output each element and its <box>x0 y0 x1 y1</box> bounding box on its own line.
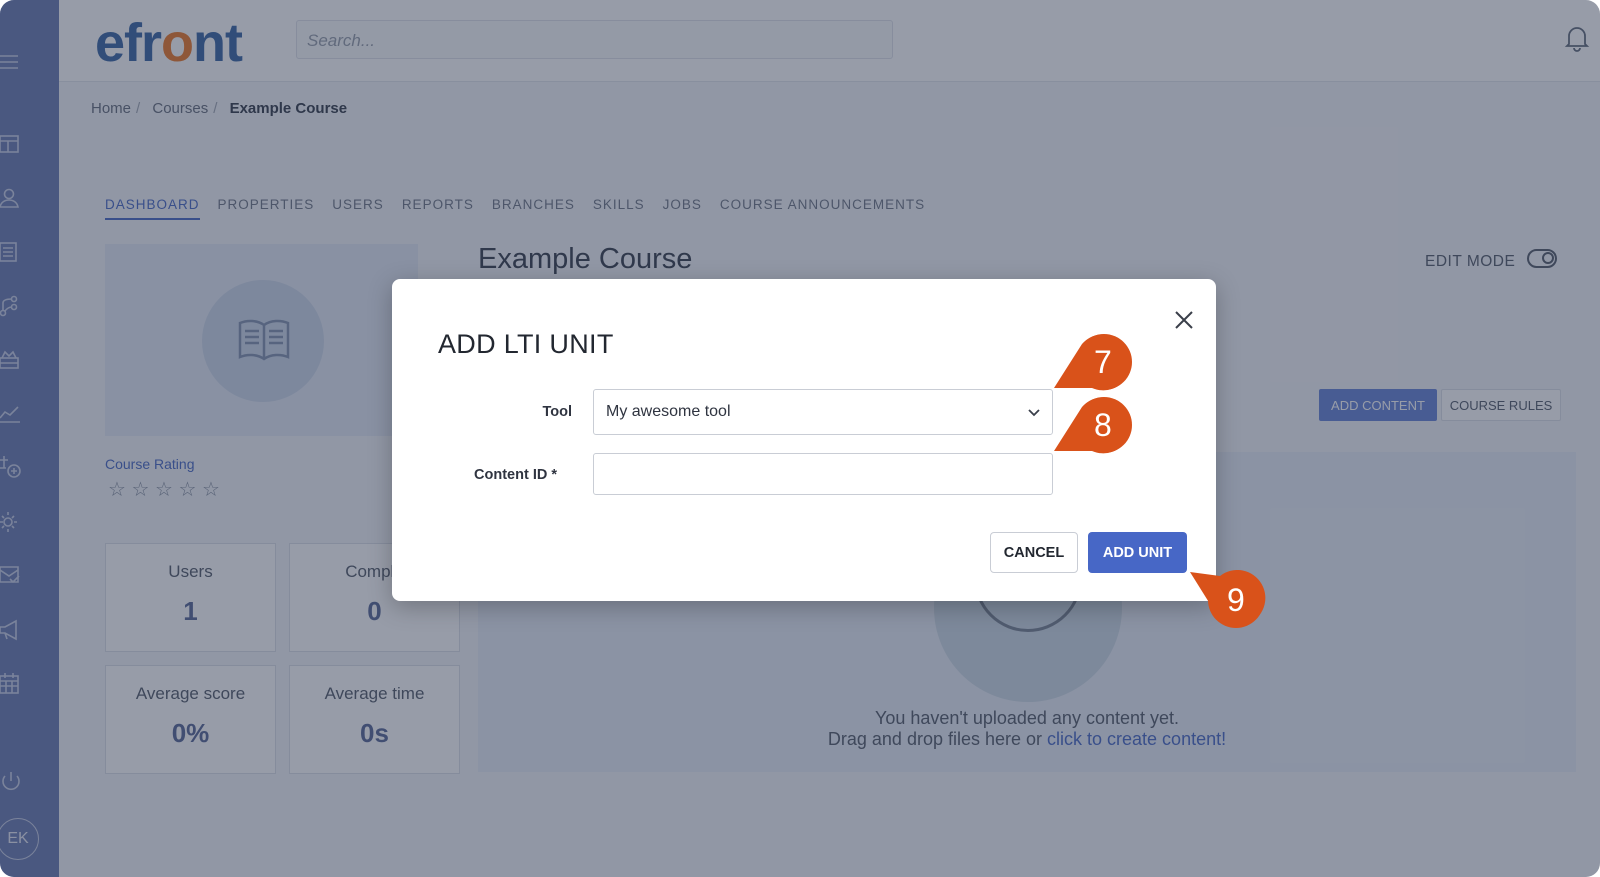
callout-number: 9 <box>1227 582 1245 618</box>
app-frame: EK efront Search... Home / Courses / Examp… <box>0 0 1600 877</box>
chevron-down-icon <box>1026 404 1042 420</box>
tool-select[interactable]: My awesome tool <box>593 389 1053 435</box>
cancel-button[interactable]: CANCEL <box>990 532 1078 573</box>
callout-number: 8 <box>1094 407 1112 443</box>
content-id-input[interactable] <box>593 453 1053 495</box>
content-id-label: Content ID * <box>474 467 557 483</box>
callout-marker: 8 <box>1054 397 1136 455</box>
callout-number: 7 <box>1094 344 1112 380</box>
tool-label: Tool <box>542 404 572 420</box>
add-unit-button[interactable]: ADD UNIT <box>1088 532 1187 573</box>
callout-marker: 7 <box>1054 334 1136 392</box>
callout-marker: 9 <box>1190 570 1266 630</box>
tool-select-value: My awesome tool <box>606 403 731 420</box>
close-icon[interactable] <box>1171 307 1197 333</box>
dialog-title: ADD LTI UNIT <box>438 329 614 359</box>
